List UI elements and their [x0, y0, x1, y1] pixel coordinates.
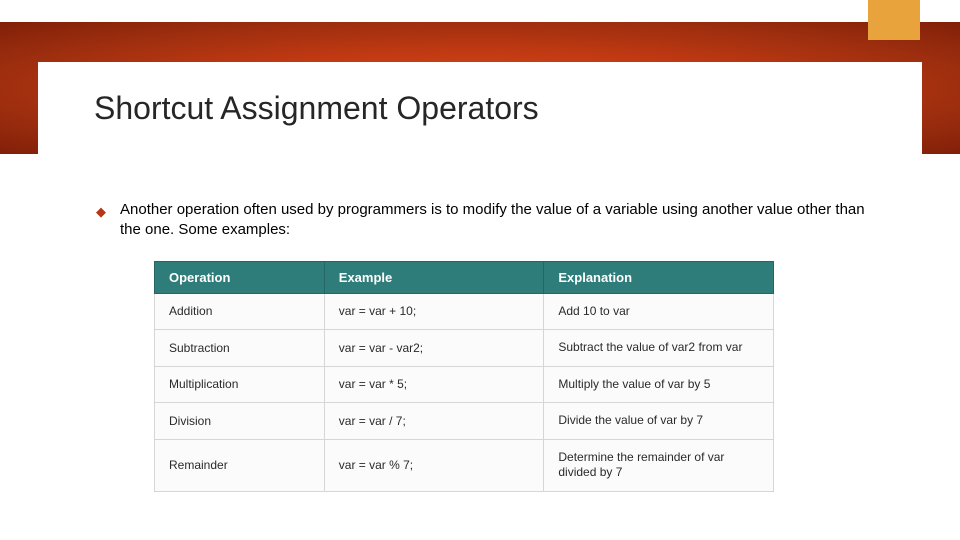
cell-operation: Addition — [155, 293, 325, 330]
cell-explanation: Multiply the value of var by 5 — [544, 366, 774, 403]
cell-explanation: Determine the remainder of var divided b… — [544, 439, 774, 491]
operators-table: Operation Example Explanation Addition v… — [154, 261, 774, 493]
cell-explanation: Divide the value of var by 7 — [544, 403, 774, 440]
cell-explanation: Add 10 to var — [544, 293, 774, 330]
table-row: Multiplication var = var * 5; Multiply t… — [155, 366, 774, 403]
slide-title: Shortcut Assignment Operators — [94, 90, 539, 127]
header-explanation: Explanation — [544, 261, 774, 293]
cell-example: var = var * 5; — [324, 366, 544, 403]
content-area: ◆ Another operation often used by progra… — [96, 200, 876, 492]
accent-tab — [868, 0, 920, 40]
bullet-text: Another operation often used by programm… — [120, 200, 876, 241]
table-row: Subtraction var = var - var2; Subtract t… — [155, 330, 774, 367]
bullet-arrow-icon: ◆ — [96, 204, 106, 220]
header-example: Example — [324, 261, 544, 293]
header-operation: Operation — [155, 261, 325, 293]
cell-example: var = var % 7; — [324, 439, 544, 491]
cell-operation: Subtraction — [155, 330, 325, 367]
table-row: Division var = var / 7; Divide the value… — [155, 403, 774, 440]
cell-example: var = var / 7; — [324, 403, 544, 440]
cell-explanation: Subtract the value of var2 from var — [544, 330, 774, 367]
cell-example: var = var - var2; — [324, 330, 544, 367]
title-card: Shortcut Assignment Operators — [38, 62, 922, 154]
table-header-row: Operation Example Explanation — [155, 261, 774, 293]
cell-operation: Division — [155, 403, 325, 440]
cell-operation: Multiplication — [155, 366, 325, 403]
cell-example: var = var + 10; — [324, 293, 544, 330]
table-row: Addition var = var + 10; Add 10 to var — [155, 293, 774, 330]
table-row: Remainder var = var % 7; Determine the r… — [155, 439, 774, 491]
bullet-row: ◆ Another operation often used by progra… — [96, 200, 876, 241]
cell-operation: Remainder — [155, 439, 325, 491]
